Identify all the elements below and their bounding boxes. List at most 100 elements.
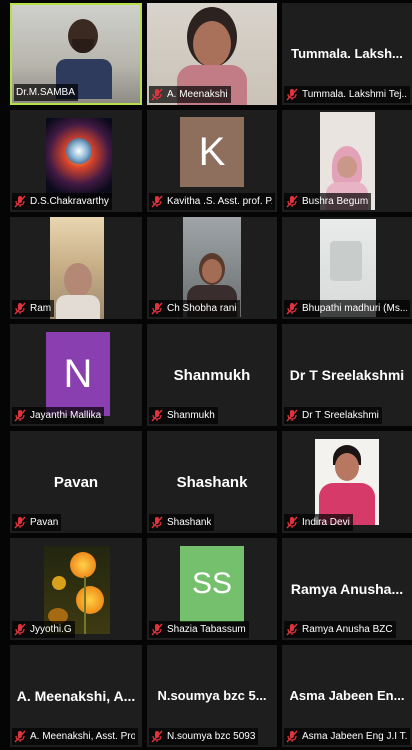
participant-caption: Shazia Tabassum xyxy=(149,621,249,638)
participant-tile-6[interactable]: Bushra Begum xyxy=(282,110,412,212)
participant-name-label: Indira Devi xyxy=(302,517,350,528)
participant-tile-8[interactable]: Ch Shobha rani xyxy=(147,217,277,319)
participant-name-label: Asma Jabeen Eng J.I T... xyxy=(302,731,407,742)
participant-tile-11[interactable]: Shanmukh Shanmukh xyxy=(147,324,277,426)
participant-name-label: Ram xyxy=(30,303,52,314)
participant-name-label: A. Meenakshi xyxy=(167,89,228,100)
participant-tile-4[interactable]: D.S.Chakravarthy xyxy=(10,110,142,212)
participant-tile-5[interactable]: K Kavitha .S. Asst. prof. P... xyxy=(147,110,277,212)
participant-caption: Bhupathi madhuri (Ms... xyxy=(284,300,410,317)
participant-caption: A. Meenakshi, Asst. Pro... xyxy=(12,728,138,745)
avatar-letter: K xyxy=(198,129,226,174)
muted-mic-icon xyxy=(286,730,298,743)
participant-display-name: Shanmukh xyxy=(173,366,251,384)
participant-caption: A. Meenakshi xyxy=(149,86,231,103)
participant-caption: Indira Devi xyxy=(284,514,353,531)
avatar-letter: N xyxy=(63,351,93,396)
participant-tile-14[interactable]: Shashank Shashank xyxy=(147,431,277,533)
avatar-letter: SS xyxy=(191,567,233,600)
participant-caption: Pavan xyxy=(12,514,62,531)
participant-tile-20[interactable]: N.soumya bzc 5... N.soumya bzc 5093 xyxy=(147,645,277,747)
participant-caption: Shashank xyxy=(149,514,215,531)
muted-mic-icon xyxy=(14,623,26,636)
participant-name-label: N.soumya bzc 5093 xyxy=(167,731,256,742)
participant-name-label: Bushra Begum xyxy=(302,196,369,207)
participant-caption: Jyyothi.G xyxy=(12,621,75,638)
participant-caption: Asma Jabeen Eng J.I T... xyxy=(284,728,410,745)
muted-mic-icon xyxy=(14,195,26,208)
participant-name-label: Jyyothi.G xyxy=(30,624,72,635)
participant-tile-13[interactable]: Pavan Pavan xyxy=(10,431,142,533)
muted-mic-icon xyxy=(151,302,163,315)
participant-display-name: Pavan xyxy=(53,473,99,491)
participant-image xyxy=(46,118,112,198)
muted-mic-icon xyxy=(14,730,26,743)
participant-display-name: Dr T Sreelakshmi xyxy=(289,366,405,383)
muted-mic-icon xyxy=(151,623,163,636)
muted-mic-icon xyxy=(286,516,298,529)
participant-display-name: Shashank xyxy=(176,473,248,491)
muted-mic-icon xyxy=(151,195,163,208)
participant-name-label: Shashank xyxy=(167,517,212,528)
participant-caption: Ramya Anusha BZC xyxy=(284,621,396,638)
participant-tile-15[interactable]: Indira Devi xyxy=(282,431,412,533)
muted-mic-icon xyxy=(286,409,298,422)
participant-name-label: Tummala. Lakshmi Tej... xyxy=(302,89,407,100)
muted-mic-icon xyxy=(286,623,298,636)
participant-tile-7[interactable]: Ram xyxy=(10,217,142,319)
participant-name-label: Dr T Sreelakshmi xyxy=(302,410,379,421)
participant-video xyxy=(50,217,104,319)
participant-caption: Tummala. Lakshmi Tej... xyxy=(284,86,410,103)
participant-name-label: Shanmukh xyxy=(167,410,215,421)
muted-mic-icon xyxy=(151,409,163,422)
participant-name-label: Ch Shobha rani xyxy=(167,303,237,314)
participant-name-label: Ramya Anusha BZC xyxy=(302,624,393,635)
avatar: K xyxy=(180,117,244,187)
participant-name-label: Kavitha .S. Asst. prof. P... xyxy=(167,196,272,207)
participant-name-label: Dr.M.SAMBA xyxy=(16,87,75,98)
muted-mic-icon xyxy=(14,302,26,315)
participant-caption: N.soumya bzc 5093 xyxy=(149,728,259,745)
participant-tile-21[interactable]: Asma Jabeen En... Asma Jabeen Eng J.I T.… xyxy=(282,645,412,747)
participant-tile-18[interactable]: Ramya Anusha... Ramya Anusha BZC xyxy=(282,538,412,640)
participant-tile-2[interactable]: A. Meenakshi xyxy=(147,3,277,105)
participant-caption: Shanmukh xyxy=(149,407,218,424)
participant-caption: Bushra Begum xyxy=(284,193,372,210)
participant-caption: Kavitha .S. Asst. prof. P... xyxy=(149,193,275,210)
participant-name-label: Shazia Tabassum xyxy=(167,624,246,635)
muted-mic-icon xyxy=(14,409,26,422)
participant-name-label: D.S.Chakravarthy xyxy=(30,196,109,207)
participant-name-label: Jayanthi Mallika xyxy=(30,410,102,421)
participant-display-name: Asma Jabeen En... xyxy=(289,687,405,703)
participant-tile-16[interactable]: Jyyothi.G xyxy=(10,538,142,640)
muted-mic-icon xyxy=(286,88,298,101)
muted-mic-icon xyxy=(286,195,298,208)
participant-tile-10[interactable]: N Jayanthi Mallika xyxy=(10,324,142,426)
participant-caption: Jayanthi Mallika xyxy=(12,407,105,424)
participant-tile-1[interactable]: Dr.M.SAMBA xyxy=(10,3,142,105)
participant-tile-12[interactable]: Dr T Sreelakshmi Dr T Sreelakshmi xyxy=(282,324,412,426)
participant-display-name: Ramya Anusha... xyxy=(290,580,404,597)
participant-display-name: N.soumya bzc 5... xyxy=(157,687,267,703)
participant-display-name: A. Meenakshi, A... xyxy=(16,687,136,704)
participant-tile-9[interactable]: Bhupathi madhuri (Ms... xyxy=(282,217,412,319)
participant-caption: Ram xyxy=(12,300,55,317)
participant-caption: Dr T Sreelakshmi xyxy=(284,407,382,424)
participant-caption: Dr.M.SAMBA xyxy=(14,84,78,101)
muted-mic-icon xyxy=(151,730,163,743)
avatar: SS xyxy=(180,546,244,622)
participant-name-label: A. Meenakshi, Asst. Pro... xyxy=(30,731,135,742)
muted-mic-icon xyxy=(14,516,26,529)
participant-tile-19[interactable]: A. Meenakshi, A... A. Meenakshi, Asst. P… xyxy=(10,645,142,747)
participant-display-name: Tummala. Laksh... xyxy=(291,45,403,61)
muted-mic-icon xyxy=(151,516,163,529)
participant-caption: D.S.Chakravarthy xyxy=(12,193,112,210)
participant-tile-3[interactable]: Tummala. Laksh... Tummala. Lakshmi Tej..… xyxy=(282,3,412,105)
participant-image xyxy=(315,439,379,525)
participant-name-label: Pavan xyxy=(30,517,59,528)
avatar: N xyxy=(46,332,110,416)
muted-mic-icon xyxy=(286,302,298,315)
participant-caption: Ch Shobha rani xyxy=(149,300,240,317)
muted-mic-icon xyxy=(151,88,163,101)
participant-tile-17[interactable]: SS Shazia Tabassum xyxy=(147,538,277,640)
